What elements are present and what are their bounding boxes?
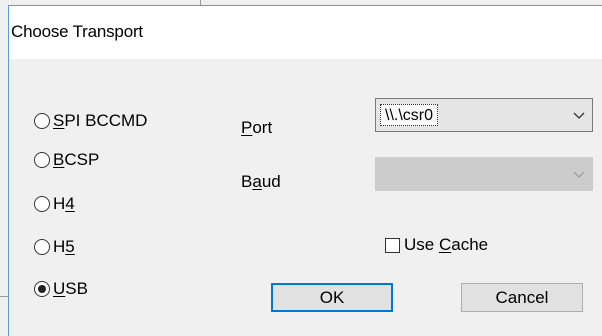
baud-label: Baud	[241, 172, 281, 191]
use-cache-label: Use Cache	[404, 235, 489, 254]
radio-label: BCSP	[53, 150, 100, 169]
port-value: \\.\csr0	[380, 104, 439, 126]
radio-label: SPI BCCMD	[53, 111, 148, 130]
radio-button[interactable]	[34, 239, 50, 255]
baud-combobox[interactable]	[375, 157, 593, 191]
use-cache-checkbox[interactable]	[385, 237, 400, 253]
chevron-down-icon[interactable]	[572, 167, 586, 181]
radio-label: USB	[53, 279, 88, 298]
chevron-down-icon[interactable]	[572, 108, 586, 122]
radio-button[interactable]	[34, 113, 50, 129]
radio-h5[interactable]: H5	[34, 235, 75, 259]
port-combobox[interactable]: \\.\csr0	[375, 98, 593, 132]
port-label: Port	[241, 118, 273, 137]
radio-bcsp[interactable]: BCSP	[34, 148, 99, 172]
radio-button[interactable]	[34, 196, 50, 212]
radio-usb[interactable]: USB	[34, 277, 88, 301]
radio-spi-bccmd[interactable]: SPI BCCMD	[34, 109, 147, 133]
radio-h4[interactable]: H4	[34, 192, 75, 216]
desktop-background: Choose Transport SPI BCCMD BCSP H4 H5 US…	[0, 0, 602, 336]
choose-transport-dialog: Choose Transport SPI BCCMD BCSP H4 H5 US…	[8, 5, 602, 336]
radio-label: H5	[53, 237, 75, 256]
title-bar[interactable]: Choose Transport	[9, 6, 602, 59]
use-cache-checkbox-row[interactable]: Use Cache	[385, 235, 488, 255]
background-window-edge	[0, 296, 8, 297]
radio-button-selected[interactable]	[34, 281, 50, 297]
ok-button[interactable]: OK	[271, 283, 393, 312]
dialog-title: Choose Transport	[11, 22, 143, 41]
radio-button[interactable]	[34, 152, 50, 168]
radio-label: H4	[53, 194, 75, 213]
cancel-button[interactable]: Cancel	[461, 283, 583, 312]
